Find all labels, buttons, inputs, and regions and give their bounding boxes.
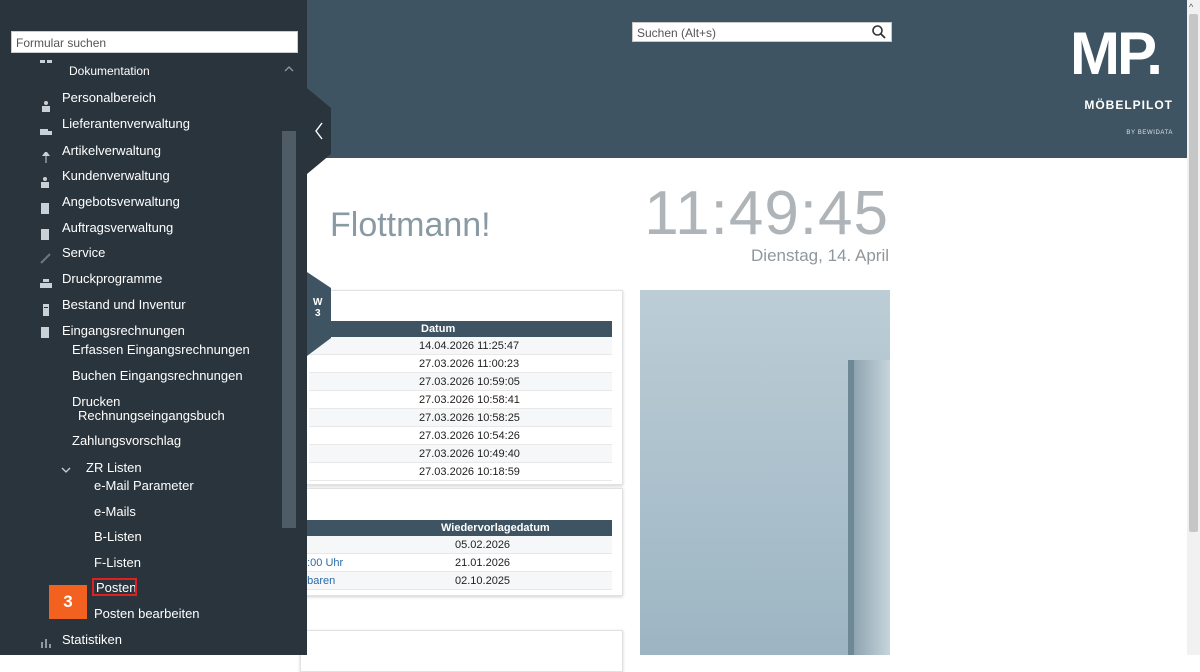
table-row[interactable]: 27.03.2026 10:58:25 — [309, 408, 612, 427]
sidebar-item-druckprogramme[interactable]: Druckprogramme — [62, 271, 162, 286]
table-row[interactable]: 27.03.2026 10:58:41 — [309, 390, 612, 409]
chevron-down-icon[interactable] — [60, 464, 72, 476]
table-cell-link[interactable] — [301, 536, 429, 554]
sidebar-item-bestand-inventur[interactable]: Bestand und Inventur — [62, 297, 186, 312]
sidebar-subitem-drucken[interactable]: Drucken — [72, 394, 120, 409]
table-row[interactable]: nbaren 02.10.2025 — [301, 571, 612, 590]
logo-byline: BY BEWIDATA — [1126, 130, 1173, 136]
week-tab-letter: W — [313, 297, 323, 308]
sidebar-item-statistiken[interactable]: Statistiken — [62, 632, 122, 647]
form-search-input[interactable]: Formular suchen — [11, 31, 298, 53]
sidebar: Formular suchen Dokumentation Personalbe… — [0, 0, 307, 655]
table-row[interactable]: 2:00 Uhr 21.01.2026 — [301, 553, 612, 572]
sidebar-item-artikelverwaltung[interactable]: Artikelverwaltung — [62, 143, 161, 158]
page-scrollbar[interactable]: ^ — [1187, 0, 1200, 655]
table-cell-date: 05.02.2026 — [429, 536, 612, 554]
form-search-placeholder: Formular suchen — [16, 36, 107, 50]
table-cell-date: 27.03.2026 11:00:23 — [409, 354, 612, 373]
table-cell-date: 14.04.2026 11:25:47 — [409, 337, 612, 355]
table-row[interactable]: 27.03.2026 11:00:23 — [309, 354, 612, 373]
moebelpilot-logo: MP. MÖBELPILOT BY BEWIDATA — [1070, 20, 1173, 137]
sidebar-item-auftragsverwaltung[interactable]: Auftragsverwaltung — [62, 220, 173, 235]
sidebar-subitem-b-listen[interactable]: B-Listen — [94, 529, 142, 544]
table-cell-date: 27.03.2026 10:49:40 — [409, 444, 612, 463]
sidebar-item-lieferantenverwaltung[interactable]: Lieferantenverwaltung — [62, 116, 190, 131]
printer-icon — [40, 279, 52, 288]
table-cell-date: 27.03.2026 10:54:26 — [409, 426, 612, 445]
sidebar-collapse-toggle[interactable] — [307, 88, 331, 174]
table-cell-date: 27.03.2026 10:58:41 — [409, 390, 612, 409]
column-header-datum: Datum — [409, 321, 612, 337]
table-row[interactable]: 27.03.2026 10:59:05 — [309, 372, 612, 391]
table-row[interactable]: 14.04.2026 11:25:47 — [309, 337, 612, 355]
person-icon — [42, 101, 50, 112]
search-icon[interactable] — [871, 24, 887, 40]
table-cell-link[interactable]: nbaren — [301, 571, 429, 590]
lamp-icon — [42, 152, 50, 163]
sidebar-item-angebotsverwaltung[interactable]: Angebotsverwaltung — [62, 194, 180, 209]
sidebar-item-service[interactable]: Service — [62, 245, 105, 260]
sidebar-subitem-emails[interactable]: e-Mails — [94, 504, 136, 519]
global-search-input[interactable]: Suchen (Alt+s) — [632, 22, 892, 42]
page-scrollbar-thumb[interactable] — [1189, 14, 1198, 532]
table-cell-date: 27.03.2026 10:59:05 — [409, 372, 612, 391]
clock-date: Dienstag, 14. April — [751, 246, 889, 265]
scroll-up-icon[interactable]: ^ — [1189, 2, 1193, 12]
sidebar-subitem-f-listen[interactable]: F-Listen — [94, 555, 141, 570]
photo-wall-art — [854, 360, 890, 655]
wrench-icon — [40, 253, 51, 264]
recent-forms-table: Datum 14.04.2026 11:25:47 27.03.2026 11:… — [309, 321, 612, 481]
table-cell-date: 27.03.2026 10:18:59 — [409, 462, 612, 481]
table-cell-link[interactable]: 2:00 Uhr — [301, 553, 429, 572]
sidebar-scrollbar[interactable] — [282, 131, 296, 528]
background-photo — [640, 290, 890, 655]
resubmission-widget: Wiedervorlagedatum 05.02.2026 2:00 Uhr 21… — [300, 488, 623, 596]
clock-time: 11:49:45 — [644, 179, 889, 248]
logo-mark: MP. — [1070, 20, 1163, 87]
documentation-icon — [40, 60, 52, 63]
sidebar-subitem-erfassen[interactable]: Erfassen Eingangsrechnungen — [72, 342, 250, 357]
order-document-icon — [41, 229, 49, 240]
sidebar-subitem-rechnungseingangsbuch[interactable]: Rechnungseingangsbuch — [78, 408, 225, 423]
sidebar-item-documentation[interactable]: Dokumentation — [69, 64, 150, 78]
posten-highlight-box — [92, 578, 137, 596]
week-tab[interactable]: W 3 — [307, 272, 331, 356]
recent-forms-widget: Datum 14.04.2026 11:25:47 27.03.2026 11:… — [300, 290, 623, 485]
global-search-placeholder: Suchen (Alt+s) — [637, 26, 717, 40]
logo-brand: MÖBELPILOT — [1084, 98, 1173, 112]
sidebar-subitem-buchen[interactable]: Buchen Eingangsrechnungen — [72, 368, 243, 383]
sidebar-item-eingangsrechnungen[interactable]: Eingangsrechnungen — [62, 323, 185, 338]
sidebar-item-personalbereich[interactable]: Personalbereich — [62, 90, 156, 105]
table-row[interactable]: 27.03.2026 10:18:59 — [309, 462, 612, 481]
sidebar-subitem-zahlungsvorschlag[interactable]: Zahlungsvorschlag — [72, 433, 181, 448]
week-tab-number: 3 — [315, 308, 321, 319]
resubmission-table: Wiedervorlagedatum 05.02.2026 2:00 Uhr 21… — [301, 520, 612, 590]
bottom-widget — [300, 630, 623, 672]
sidebar-subitem-email-parameter[interactable]: e-Mail Parameter — [94, 478, 194, 493]
table-row[interactable]: 05.02.2026 — [301, 536, 612, 554]
sidebar-subitem-posten-bearbeiten[interactable]: Posten bearbeiten — [94, 606, 200, 621]
table-row[interactable]: 27.03.2026 10:49:40 — [309, 444, 612, 463]
greeting-text: Flottmann! — [330, 206, 491, 244]
sidebar-item-kundenverwaltung[interactable]: Kundenverwaltung — [62, 168, 170, 183]
table-row[interactable]: 27.03.2026 10:54:26 — [309, 426, 612, 445]
chevron-up-icon[interactable] — [284, 64, 294, 74]
step-badge: 3 — [49, 585, 87, 619]
invoice-icon — [41, 327, 49, 338]
customer-icon — [41, 177, 49, 188]
table-cell-date: 27.03.2026 10:58:25 — [409, 408, 612, 427]
inventory-icon — [43, 304, 49, 316]
offer-document-icon — [41, 203, 49, 214]
column-header-wiedervorlagedatum: Wiedervorlagedatum — [429, 520, 612, 536]
sidebar-subitem-zr-listen[interactable]: ZR Listen — [86, 460, 142, 475]
truck-icon — [40, 129, 52, 135]
table-cell-date: 21.01.2026 — [429, 553, 612, 572]
statistics-icon — [41, 639, 51, 648]
table-cell-date: 02.10.2025 — [429, 571, 612, 590]
